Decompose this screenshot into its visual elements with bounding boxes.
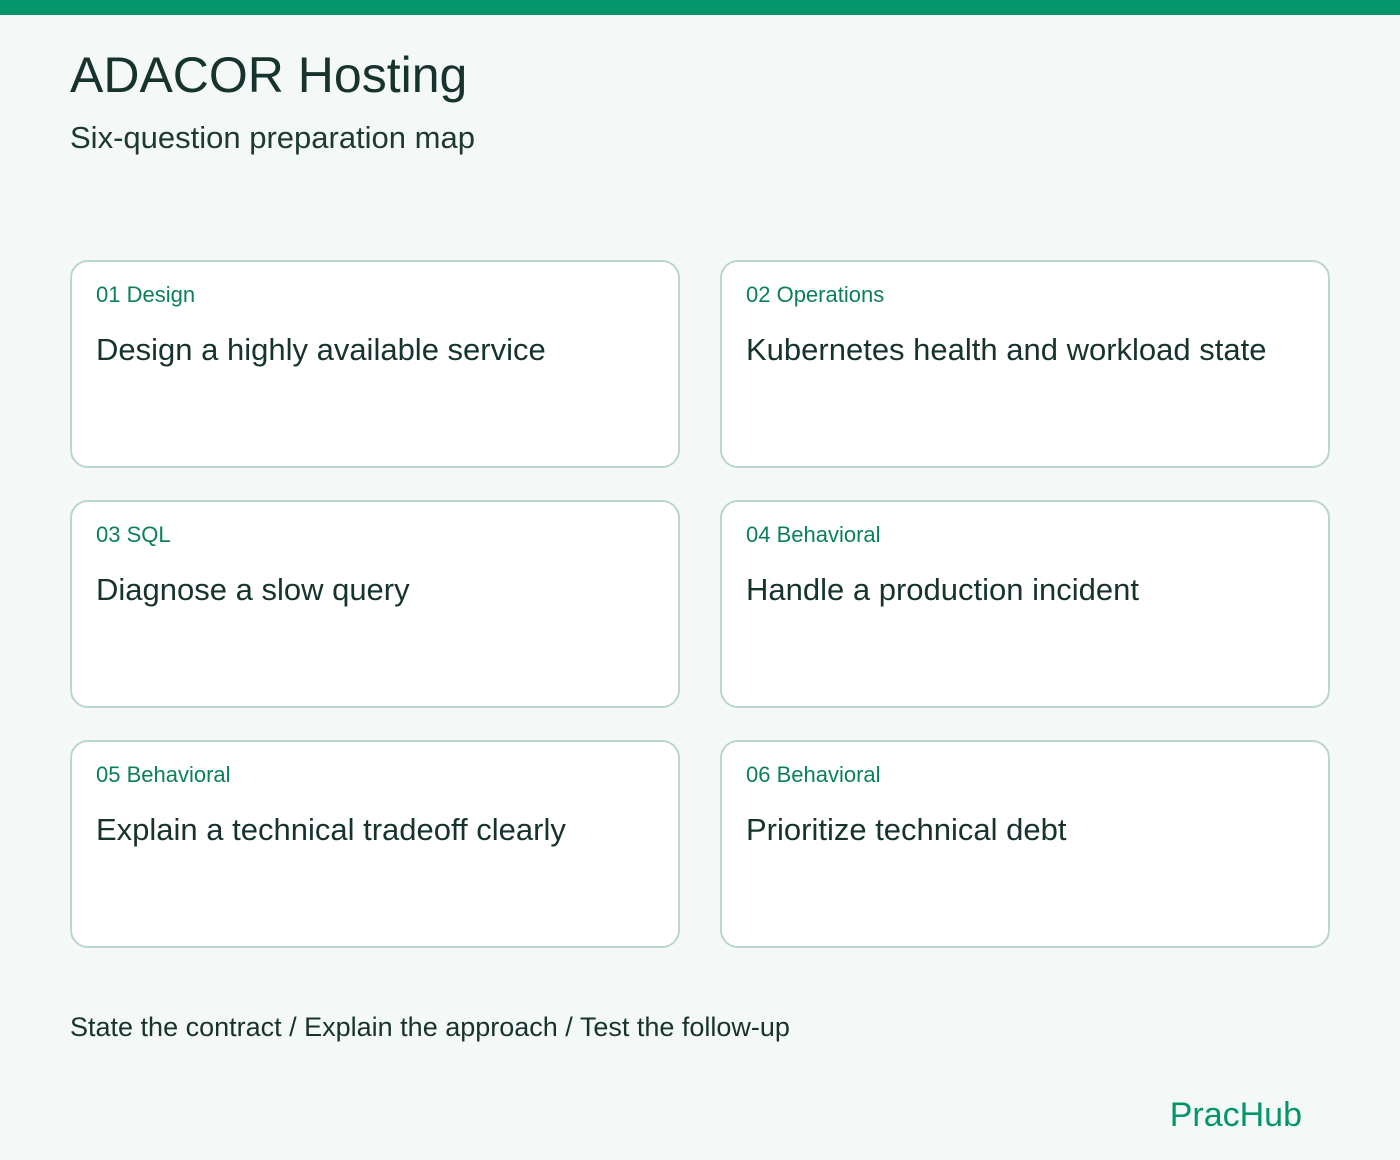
- question-card-5: 05 Behavioral Explain a technical tradeo…: [70, 740, 680, 948]
- question-title: Design a highly available service: [96, 332, 546, 367]
- brand-wordmark: PracHub: [1169, 1096, 1302, 1134]
- page-title: ADACOR Hosting: [70, 47, 468, 103]
- question-category-label: 06 Behavioral: [746, 762, 881, 787]
- question-category-label: 03 SQL: [96, 522, 171, 547]
- question-category-label: 04 Behavioral: [746, 522, 881, 547]
- question-title: Handle a production incident: [746, 572, 1139, 607]
- question-category-label: 01 Design: [96, 282, 196, 307]
- preparation-steps-text: State the contract / Explain the approac…: [70, 1012, 790, 1042]
- question-title: Kubernetes health and workload state: [746, 332, 1267, 367]
- question-card-4: 04 Behavioral Handle a production incide…: [720, 500, 1330, 708]
- question-card-1: 01 Design Design a highly available serv…: [70, 260, 680, 468]
- question-card-grid: 01 Design Design a highly available serv…: [70, 260, 1330, 948]
- question-title: Prioritize technical debt: [746, 812, 1067, 847]
- question-card-3: 03 SQL Diagnose a slow query: [70, 500, 680, 708]
- question-title: Explain a technical tradeoff clearly: [96, 812, 566, 847]
- page-subtitle: Six-question preparation map: [70, 120, 475, 155]
- question-card-6: 06 Behavioral Prioritize technical debt: [720, 740, 1330, 948]
- question-category-label: 02 Operations: [746, 282, 885, 307]
- question-card-2: 02 Operations Kubernetes health and work…: [720, 260, 1330, 468]
- top-accent-bar: [0, 0, 1400, 15]
- question-title: Diagnose a slow query: [96, 572, 410, 607]
- question-category-label: 05 Behavioral: [96, 762, 231, 787]
